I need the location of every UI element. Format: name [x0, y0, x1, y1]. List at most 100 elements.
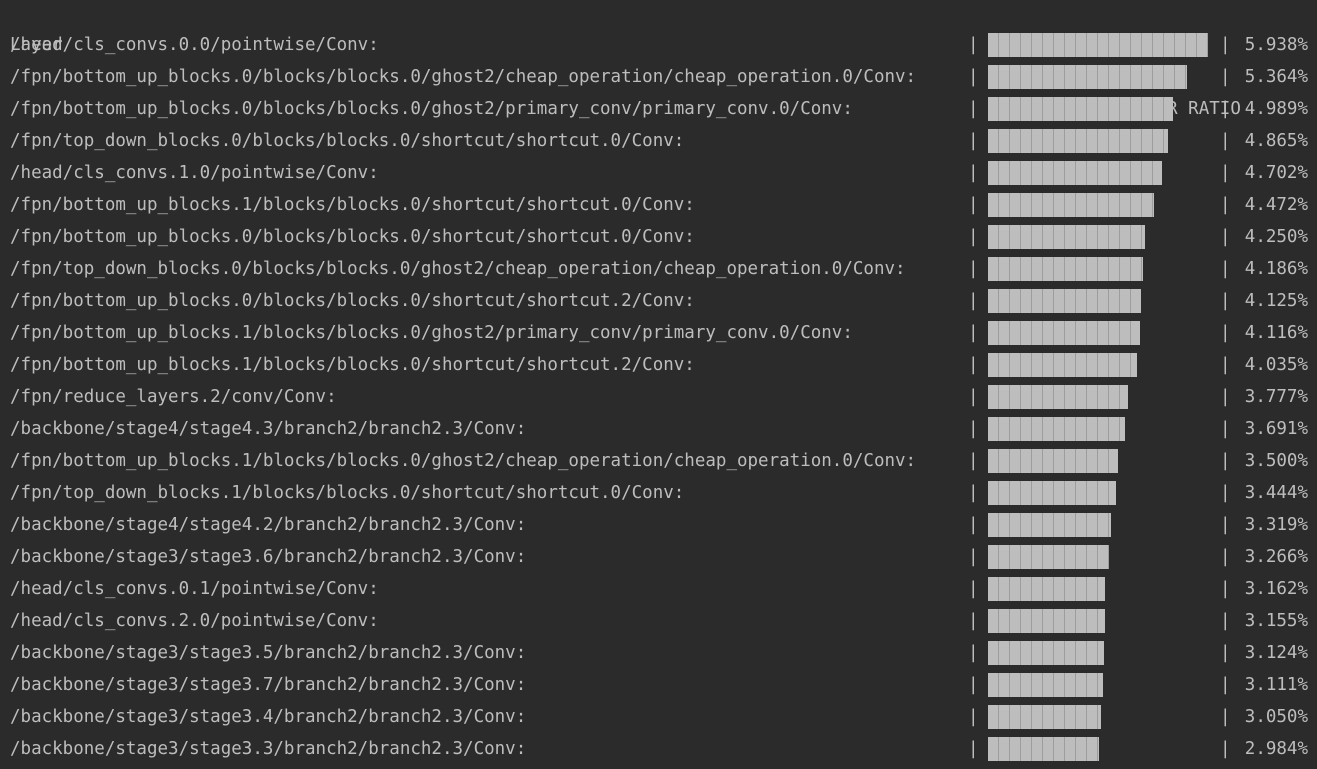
layer-name: /fpn/reduce_layers.2/conv/Conv:: [10, 387, 337, 407]
column-separator: |: [1220, 67, 1231, 87]
column-separator: |: [1220, 35, 1231, 55]
ratio-bar: [988, 193, 1154, 217]
layer-name: /fpn/top_down_blocks.0/blocks/blocks.0/s…: [10, 131, 685, 151]
ratio-percent: 4.035%: [1244, 355, 1308, 375]
ratio-percent: 4.116%: [1244, 323, 1308, 343]
table-row: /fpn/bottom_up_blocks.0/blocks/blocks.0/…: [0, 285, 1317, 317]
column-separator: |: [1220, 547, 1231, 567]
ratio-bar: [988, 225, 1145, 249]
table-row: /fpn/bottom_up_blocks.1/blocks/blocks.0/…: [0, 349, 1317, 381]
layer-name: /fpn/top_down_blocks.0/blocks/blocks.0/g…: [10, 259, 906, 279]
ratio-bar: [988, 737, 1099, 761]
column-separator: |: [1220, 163, 1231, 183]
table-row: /head/cls_convs.0.0/pointwise/Conv: | | 5.9…: [0, 29, 1317, 61]
column-separator: |: [968, 643, 979, 663]
table-row: /fpn/bottom_up_blocks.1/blocks/blocks.0/…: [0, 317, 1317, 349]
ratio-bar: [988, 417, 1125, 441]
column-separator: |: [1220, 259, 1231, 279]
layer-name: /fpn/bottom_up_blocks.0/blocks/blocks.0/…: [10, 227, 695, 247]
column-separator: |: [1220, 451, 1231, 471]
table-row: /backbone/stage3/stage3.7/branch2/branch…: [0, 669, 1317, 701]
column-separator: |: [968, 163, 979, 183]
column-separator: |: [1220, 419, 1231, 439]
table-row: /fpn/bottom_up_blocks.1/blocks/blocks.0/…: [0, 445, 1317, 477]
table-row: /fpn/bottom_up_blocks.0/blocks/blocks.0/…: [0, 93, 1317, 125]
ratio-bar: [988, 129, 1168, 153]
ratio-bar: [988, 705, 1101, 729]
column-separator: |: [1220, 131, 1231, 151]
ratio-bar: [988, 673, 1103, 697]
table-row: /fpn/top_down_blocks.1/blocks/blocks.0/s…: [0, 477, 1317, 509]
layer-name: /head/cls_convs.1.0/pointwise/Conv:: [10, 163, 379, 183]
ratio-percent: 3.162%: [1244, 579, 1308, 599]
ratio-percent: 4.472%: [1244, 195, 1308, 215]
column-separator: |: [968, 131, 979, 151]
column-separator: |: [968, 227, 979, 247]
column-separator: |: [968, 515, 979, 535]
column-separator: |: [1220, 483, 1231, 503]
layer-name: /fpn/bottom_up_blocks.1/blocks/blocks.0/…: [10, 323, 853, 343]
table-row: /fpn/top_down_blocks.0/blocks/blocks.0/s…: [0, 125, 1317, 157]
column-separator: |: [968, 355, 979, 375]
ratio-bar: [988, 353, 1137, 377]
column-separator: |: [1220, 387, 1231, 407]
table-row: /head/cls_convs.0.1/pointwise/Conv: | | 3.1…: [0, 573, 1317, 605]
column-separator: |: [968, 451, 979, 471]
column-separator: |: [968, 35, 979, 55]
ratio-bar: [988, 609, 1105, 633]
column-separator: |: [1220, 707, 1231, 727]
layer-name: /fpn/bottom_up_blocks.0/blocks/blocks.0/…: [10, 67, 917, 87]
table-row: /head/cls_convs.1.0/pointwise/Conv: | | 4.7…: [0, 157, 1317, 189]
table-row: /backbone/stage3/stage3.4/branch2/branch…: [0, 701, 1317, 733]
ratio-bar: [988, 33, 1208, 57]
ratio-percent: 3.124%: [1244, 643, 1308, 663]
terminal-output: Layer | NOISE:SIGNAL POWER RATIO /head/c…: [0, 0, 1317, 769]
column-separator: |: [1220, 323, 1231, 343]
column-separator: |: [1220, 227, 1231, 247]
ratio-percent: 3.500%: [1244, 451, 1308, 471]
ratio-bar: [988, 545, 1109, 569]
ratio-percent: 3.319%: [1244, 515, 1308, 535]
column-separator: |: [968, 67, 979, 87]
column-separator: |: [1220, 675, 1231, 695]
ratio-bar: [988, 449, 1118, 473]
column-separator: |: [968, 259, 979, 279]
ratio-percent: 4.125%: [1244, 291, 1308, 311]
ratio-percent: 3.266%: [1244, 547, 1308, 567]
column-separator: |: [968, 99, 979, 119]
ratio-percent: 4.702%: [1244, 163, 1308, 183]
ratio-bar: [988, 481, 1116, 505]
layer-name: /fpn/bottom_up_blocks.0/blocks/blocks.0/…: [10, 99, 853, 119]
ratio-bar: [988, 641, 1104, 665]
table-row: /backbone/stage4/stage4.3/branch2/branch…: [0, 413, 1317, 445]
layer-name: /backbone/stage4/stage4.2/branch2/branch…: [10, 515, 527, 535]
ratio-percent: 4.250%: [1244, 227, 1308, 247]
table-row: /backbone/stage3/stage3.6/branch2/branch…: [0, 541, 1317, 573]
column-separator: |: [968, 483, 979, 503]
table-row: /backbone/stage3/stage3.5/branch2/branch…: [0, 637, 1317, 669]
column-separator: |: [968, 323, 979, 343]
column-separator: |: [1220, 739, 1231, 759]
column-separator: |: [968, 707, 979, 727]
table-row: /fpn/bottom_up_blocks.0/blocks/blocks.0/…: [0, 61, 1317, 93]
ratio-bar: [988, 65, 1187, 89]
column-separator: |: [968, 419, 979, 439]
layer-name: /backbone/stage3/stage3.7/branch2/branch…: [10, 675, 527, 695]
layer-name: /backbone/stage3/stage3.6/branch2/branch…: [10, 547, 527, 567]
ratio-bar: [988, 321, 1140, 345]
table-row: /fpn/bottom_up_blocks.1/blocks/blocks.0/…: [0, 189, 1317, 221]
column-separator: |: [1220, 355, 1231, 375]
ratio-bar: [988, 513, 1111, 537]
column-separator: |: [1220, 643, 1231, 663]
ratio-bar: [988, 97, 1173, 121]
column-separator: |: [1220, 195, 1231, 215]
table-row: /fpn/bottom_up_blocks.0/blocks/blocks.0/…: [0, 221, 1317, 253]
column-separator: |: [1220, 99, 1231, 119]
ratio-percent: 4.989%: [1244, 99, 1308, 119]
ratio-bar: [988, 289, 1141, 313]
layer-name: /backbone/stage3/stage3.4/branch2/branch…: [10, 707, 527, 727]
ratio-percent: 3.777%: [1244, 387, 1308, 407]
column-separator: |: [1220, 579, 1231, 599]
ratio-percent: 4.186%: [1244, 259, 1308, 279]
table-row: /head/cls_convs.2.0/pointwise/Conv: | | 3.1…: [0, 605, 1317, 637]
